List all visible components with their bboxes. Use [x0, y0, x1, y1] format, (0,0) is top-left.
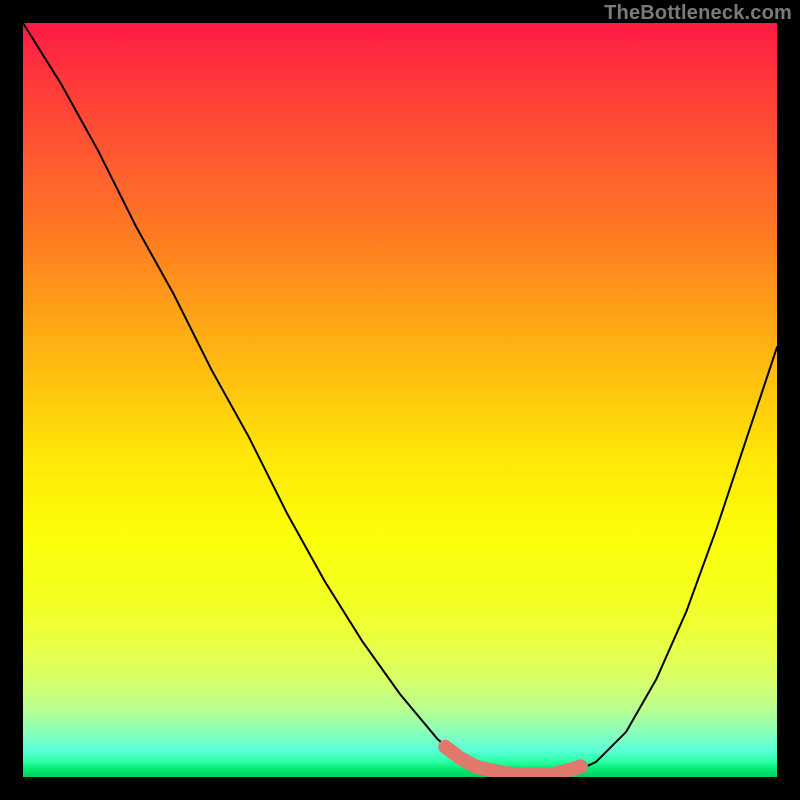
watermark-text: TheBottleneck.com	[604, 2, 792, 25]
plot-gradient-background	[23, 23, 777, 777]
chart-container: TheBottleneck.com	[0, 0, 800, 800]
